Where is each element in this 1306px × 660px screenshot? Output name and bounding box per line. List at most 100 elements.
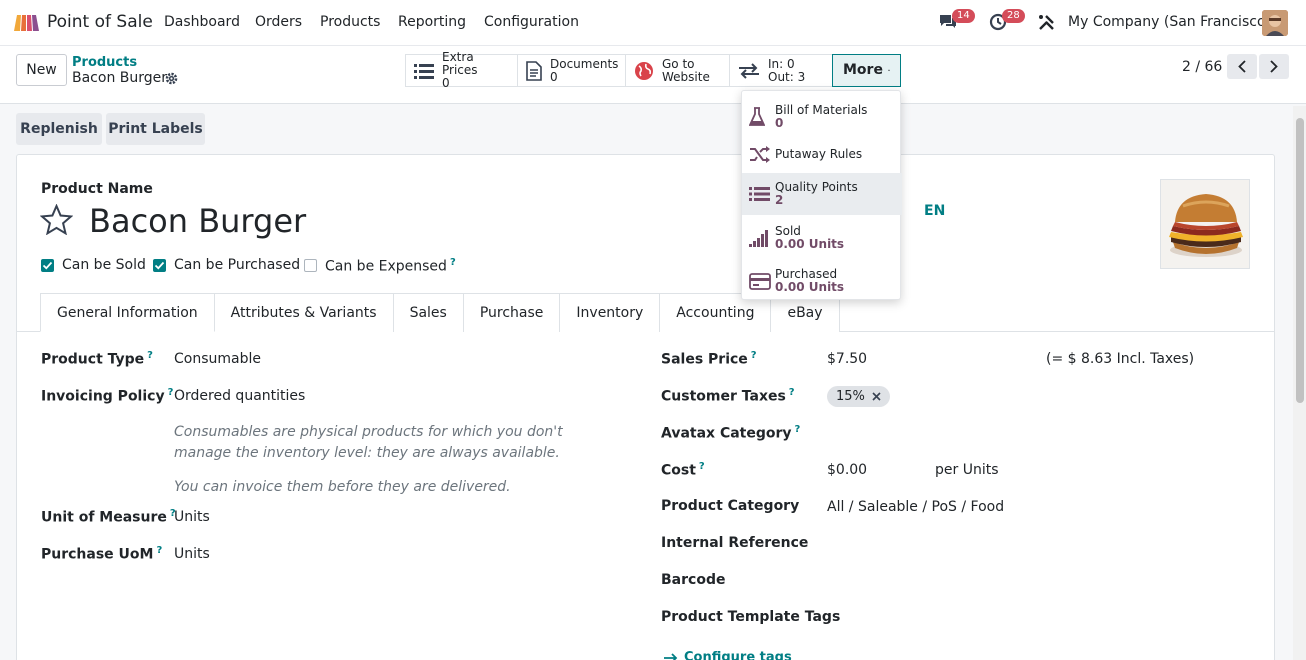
- messages-button[interactable]: 14: [938, 9, 975, 35]
- invoicing-policy-field[interactable]: Ordered quantities: [174, 388, 305, 404]
- website-label: Website: [662, 69, 710, 84]
- can-be-expensed-label[interactable]: Can be Expensed?: [325, 257, 456, 275]
- configure-tags-link[interactable]: Configure tags: [663, 650, 792, 660]
- print-labels-button[interactable]: Print Labels: [106, 113, 205, 145]
- company-switcher[interactable]: My Company (San Francisco): [1068, 14, 1271, 30]
- can-be-purchased-checkbox[interactable]: [153, 259, 166, 272]
- go-to-website-button[interactable]: Go to Website: [625, 54, 729, 87]
- help-icon[interactable]: ?: [147, 350, 153, 361]
- product-type-field[interactable]: Consumable: [174, 351, 261, 367]
- sales-price-field[interactable]: $7.50: [827, 351, 867, 367]
- debug-tools-button[interactable]: [1038, 14, 1055, 35]
- more-button[interactable]: More: [832, 54, 901, 87]
- invoicing-policy-label-text: Invoicing Policy: [41, 388, 165, 405]
- pager-previous-button[interactable]: [1227, 54, 1257, 79]
- list-icon: [749, 186, 775, 202]
- purchase-uom-label: Purchase UoM?: [41, 545, 162, 563]
- quality-points-label: Quality Points: [775, 180, 858, 194]
- extra-prices-button[interactable]: Extra Prices 0: [405, 50, 517, 90]
- can-be-sold-label[interactable]: Can be Sold: [62, 257, 146, 273]
- help-icon[interactable]: ?: [789, 387, 795, 398]
- invoicing-policy-label: Invoicing Policy?: [41, 387, 173, 405]
- product-category-field[interactable]: All / Saleable / PoS / Food: [827, 499, 1004, 515]
- sales-price-label-text: Sales Price: [661, 351, 748, 368]
- chevron-right-icon: [1270, 60, 1278, 73]
- consumable-note: Consumables are physical products for wh…: [174, 424, 563, 461]
- pager-next-button[interactable]: [1259, 54, 1289, 79]
- smart-buttons: Extra Prices 0 Documents 0 Go to Website In…: [405, 50, 901, 90]
- language-button[interactable]: EN: [924, 203, 945, 219]
- help-icon[interactable]: ?: [699, 461, 705, 472]
- menu-configuration[interactable]: Configuration: [484, 14, 579, 30]
- flask-icon: [749, 107, 775, 127]
- menu-dashboard[interactable]: Dashboard: [164, 14, 240, 30]
- menu-item-sold[interactable]: Sold 0.00 Units: [742, 218, 902, 258]
- user-avatar[interactable]: [1262, 10, 1288, 36]
- sold-value: 0.00 Units: [775, 237, 845, 251]
- tax-tag-label: 15%: [836, 389, 865, 404]
- pos-app-logo-icon[interactable]: [12, 11, 40, 33]
- control-panel: New Products Bacon Burger Extra Prices 0 …: [0, 46, 1306, 104]
- uom-label-text: Unit of Measure: [41, 509, 167, 526]
- replenish-button[interactable]: Replenish: [16, 113, 102, 145]
- menu-item-putaway-rules[interactable]: Putaway Rules: [742, 137, 902, 171]
- product-name-input[interactable]: Bacon Burger: [89, 202, 306, 240]
- remove-tag-icon[interactable]: [872, 392, 881, 401]
- bill-of-materials-label: Bill of Materials: [775, 103, 868, 117]
- page-scrollbar[interactable]: [1293, 106, 1306, 660]
- menu-item-quality-points[interactable]: Quality Points 2: [742, 173, 902, 215]
- in-out-button[interactable]: In: 0 Out: 3: [729, 54, 832, 87]
- invoice-note: You can invoice them before they are del…: [174, 479, 511, 495]
- product-image[interactable]: [1160, 179, 1250, 269]
- tab-general-information[interactable]: General Information: [40, 293, 215, 332]
- product-category-label: Product Category: [661, 498, 800, 514]
- breadcrumb-products[interactable]: Products: [72, 55, 137, 70]
- putaway-rules-label: Putaway Rules: [775, 146, 863, 161]
- extra-prices-label: Extra Prices: [442, 50, 478, 77]
- quality-points-count: 2: [775, 193, 784, 207]
- help-icon[interactable]: ?: [751, 350, 757, 361]
- can-be-purchased-label[interactable]: Can be Purchased: [174, 257, 300, 273]
- menu-products[interactable]: Products: [320, 14, 380, 30]
- check-icon: [154, 261, 165, 270]
- favorite-star-icon[interactable]: [40, 204, 73, 235]
- tools-icon: [1039, 15, 1054, 30]
- in-count: In: 0: [768, 56, 795, 71]
- help-icon[interactable]: ?: [168, 387, 174, 398]
- gear-icon[interactable]: [165, 72, 178, 85]
- cost-label-text: Cost: [661, 462, 696, 479]
- cost-unit: per Units: [935, 462, 999, 478]
- help-icon[interactable]: ?: [156, 545, 162, 556]
- more-label: More: [843, 62, 883, 78]
- documents-button[interactable]: Documents 0: [517, 54, 625, 87]
- tab-sales[interactable]: Sales: [393, 293, 464, 332]
- user-avatar-icon: [1262, 10, 1288, 36]
- menu-item-purchased[interactable]: Purchased 0.00 Units: [742, 261, 902, 301]
- purchase-uom-label-text: Purchase UoM: [41, 546, 154, 563]
- menu-orders[interactable]: Orders: [255, 14, 302, 30]
- tab-attributes-variants[interactable]: Attributes & Variants: [214, 293, 394, 332]
- cost-field[interactable]: $0.00: [827, 462, 867, 478]
- breadcrumb-current: Bacon Burger: [72, 70, 168, 86]
- help-icon[interactable]: ?: [450, 257, 456, 268]
- app-name[interactable]: Point of Sale: [47, 12, 153, 32]
- menu-reporting[interactable]: Reporting: [398, 14, 466, 30]
- tax-tag[interactable]: 15%: [827, 386, 890, 407]
- purchase-uom-field[interactable]: Units: [174, 546, 210, 562]
- check-icon: [42, 261, 53, 270]
- scrollbar-thumb[interactable]: [1296, 118, 1304, 403]
- menu-item-bill-of-materials[interactable]: Bill of Materials 0: [742, 100, 902, 134]
- customer-taxes-label: Customer Taxes?: [661, 387, 795, 405]
- uom-field[interactable]: Units: [174, 509, 210, 525]
- help-icon[interactable]: ?: [795, 424, 801, 435]
- can-be-expensed-checkbox[interactable]: [304, 259, 317, 272]
- can-be-sold-checkbox[interactable]: [41, 259, 54, 272]
- activities-button[interactable]: 28: [989, 9, 1025, 35]
- new-button[interactable]: New: [16, 54, 67, 86]
- tab-purchase[interactable]: Purchase: [463, 293, 561, 332]
- template-tags-label: Product Template Tags: [661, 609, 841, 625]
- avatax-category-label-text: Avatax Category: [661, 425, 792, 442]
- pager-value[interactable]: 2 / 66: [1182, 59, 1222, 75]
- bill-of-materials-count: 0: [775, 116, 784, 130]
- tab-inventory[interactable]: Inventory: [560, 293, 661, 332]
